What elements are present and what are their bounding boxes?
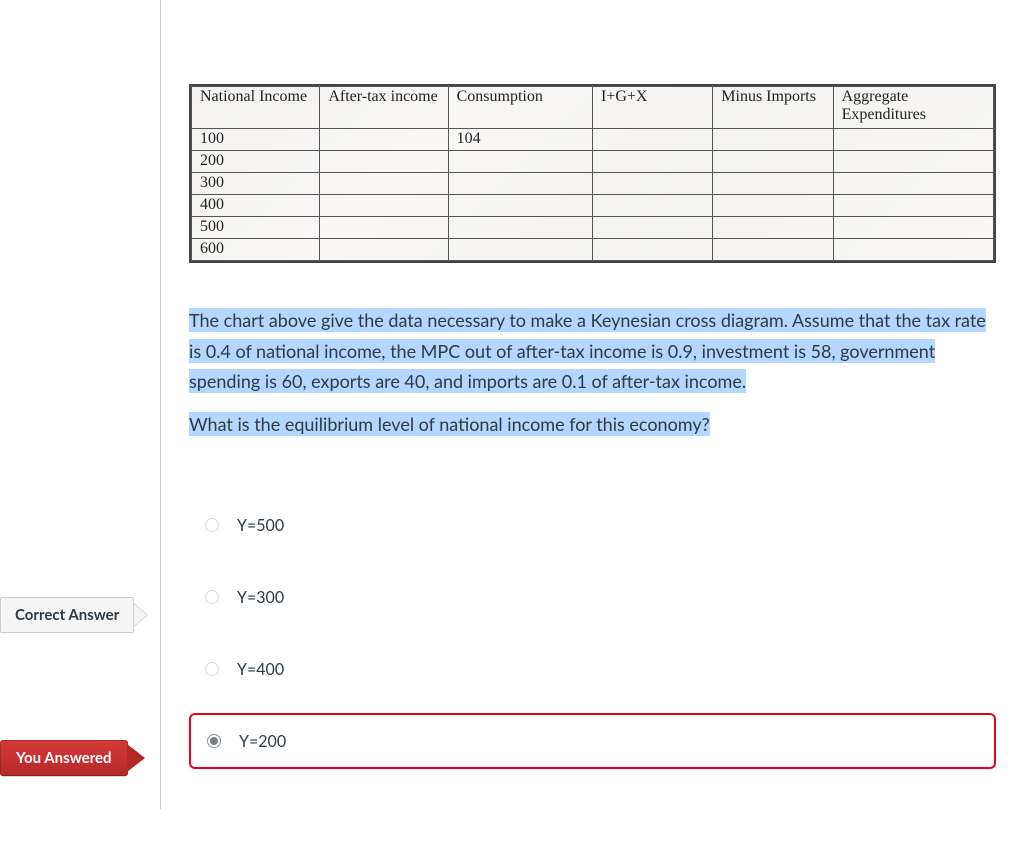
radio-icon <box>205 590 219 604</box>
col-header-minus-imports: Minus Imports <box>713 87 833 129</box>
answers-list: Y=500 Y=300 Y=400 Y=200 <box>189 497 996 769</box>
answer-option-y500[interactable]: Y=500 <box>189 497 996 553</box>
table-row: 600 <box>192 239 994 261</box>
correct-answer-text: Correct Answer <box>0 597 134 633</box>
radio-icon <box>205 662 219 676</box>
annotation-gutter: Correct Answer You Answered <box>0 0 160 809</box>
table-row: 400 <box>192 195 994 217</box>
radio-icon <box>205 518 219 532</box>
table-row: 200 <box>192 151 994 173</box>
col-header-igx: I+G+X <box>592 87 712 129</box>
you-answered-label: You Answered <box>0 740 145 776</box>
question-text[interactable]: The chart above give the data necessary … <box>189 305 996 439</box>
answer-label: Y=500 <box>229 516 284 535</box>
arrow-icon <box>127 744 145 772</box>
answer-option-y200[interactable]: Y=200 <box>189 713 996 769</box>
arrow-icon <box>134 603 148 627</box>
table-row: 500 <box>192 217 994 239</box>
col-header-after-tax: After-tax income <box>320 87 448 129</box>
answer-label: Y=300 <box>229 588 284 607</box>
answer-label: Y=200 <box>231 732 286 751</box>
table-row: 300 <box>192 173 994 195</box>
correct-answer-label: Correct Answer <box>0 597 148 633</box>
col-header-national-income: National Income <box>192 87 320 129</box>
answer-option-y300[interactable]: Y=300 <box>189 569 996 625</box>
col-header-aggregate-exp: Aggregate Expenditures <box>833 87 993 129</box>
col-header-consumption: Consumption <box>448 87 592 129</box>
answer-option-y400[interactable]: Y=400 <box>189 641 996 697</box>
data-table-image: National Income After-tax income Consump… <box>189 84 996 263</box>
answer-label: Y=400 <box>229 660 284 679</box>
table-row: 100 104 <box>192 129 994 151</box>
radio-icon <box>207 734 221 748</box>
question-paragraph-1: The chart above give the data necessary … <box>189 308 986 393</box>
you-answered-text: You Answered <box>0 740 128 776</box>
question-paragraph-2: What is the equilibrium level of nationa… <box>189 412 710 436</box>
question-block: National Income After-tax income Consump… <box>160 0 1024 809</box>
